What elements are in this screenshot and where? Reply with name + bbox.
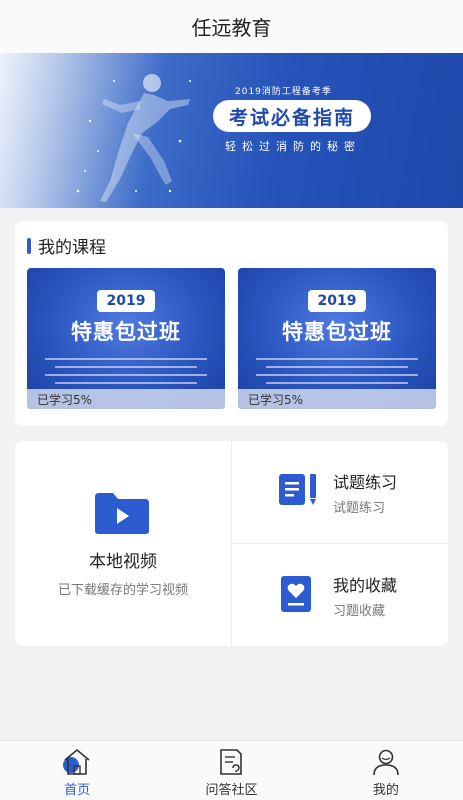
tab-home-label: 首页 [64, 783, 91, 798]
course-year: 2019 [97, 290, 155, 312]
tab-home[interactable]: 首页 [0, 741, 154, 800]
course-progress: 已学习5% [238, 389, 436, 409]
notepad-pen-icon [279, 474, 316, 505]
video-folder-icon [95, 493, 149, 534]
course-progress: 已学习5% [27, 389, 225, 409]
bottom-tab-bar: 首页 问答社区 我的 [0, 740, 463, 800]
section-title: 我的课程 [27, 233, 106, 258]
banner-tagline: 轻松过消防的秘密 [225, 140, 361, 153]
banner-headline: 考试必备指南 [213, 100, 371, 132]
course-desc-lines [45, 352, 207, 390]
practice-button[interactable]: 试题练习 试题练习 [232, 441, 448, 543]
practice-title: 试题练习 [333, 473, 398, 492]
course-thumbnail[interactable]: 2019 特惠包过班 已学习5% [238, 268, 436, 409]
local-video-desc: 已下载缓存的学习视频 [57, 583, 188, 598]
app-header: 任远教育 [0, 0, 463, 53]
section-title-text: 我的课程 [38, 238, 106, 258]
tab-mine[interactable]: 我的 [309, 741, 463, 800]
promo-banner[interactable]: 2019消防工程备考季 考试必备指南 轻松过消防的秘密 [0, 53, 463, 208]
runner-graphic [76, 74, 191, 202]
course-desc-lines [256, 352, 418, 390]
qa-doc-icon [220, 749, 243, 775]
tab-qa[interactable]: 问答社区 [154, 741, 308, 800]
my-courses-card: 我的课程 2019 特惠包过班 已学习5% 2019 特惠包过班 已学习5% [15, 221, 448, 426]
home-icon [63, 748, 90, 775]
banner-subtitle: 2019消防工程备考季 [235, 87, 332, 97]
course-name: 特惠包过班 [282, 320, 392, 344]
page-title: 任远教育 [191, 16, 272, 40]
feature-grid: 本地视频 已下载缓存的学习视频 试题练习 试题练习 我的收藏 习题收藏 [15, 441, 448, 646]
course-name: 特惠包过班 [71, 320, 181, 344]
local-video-button[interactable]: 本地视频 已下载缓存的学习视频 [15, 441, 231, 646]
course-year: 2019 [308, 290, 366, 312]
favorites-button[interactable]: 我的收藏 习题收藏 [232, 544, 448, 646]
favorites-desc: 习题收藏 [333, 604, 386, 619]
favorites-title: 我的收藏 [333, 576, 398, 595]
user-icon [373, 749, 399, 776]
section-accent-bar [27, 237, 31, 254]
practice-desc: 试题练习 [333, 501, 386, 516]
local-video-title: 本地视频 [89, 552, 157, 572]
tab-qa-label: 问答社区 [205, 783, 258, 798]
tab-mine-label: 我的 [372, 783, 399, 798]
heart-doc-icon [281, 576, 311, 612]
course-thumbnail[interactable]: 2019 特惠包过班 已学习5% [27, 268, 225, 409]
